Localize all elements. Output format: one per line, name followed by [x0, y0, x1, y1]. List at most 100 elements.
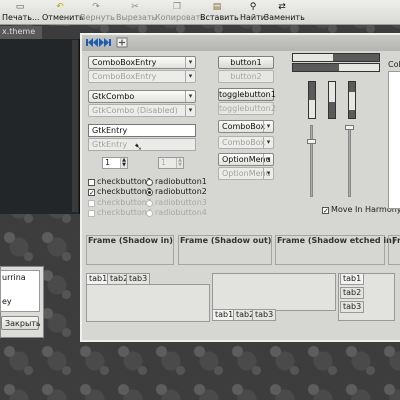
- frame-shadow-out-title: Frame (Shadow out): [180, 236, 272, 245]
- spin-arrows-icon: ▲ ▼: [176, 158, 183, 168]
- hscale-top[interactable]: [292, 53, 380, 62]
- list-item[interactable]: urrina: [2, 273, 26, 282]
- close-button[interactable]: Закрыть: [1, 316, 41, 330]
- preview-toolbar: [82, 35, 400, 51]
- hscale-bottom[interactable]: [292, 63, 380, 72]
- vscale-2[interactable]: [328, 81, 336, 119]
- replace-button[interactable]: ⇄ Заменить: [264, 1, 305, 24]
- gtkcombo-disabled: GtkCombo (Disabled) ▾: [88, 104, 196, 117]
- checkbutton1-label[interactable]: checkbutton1: [97, 177, 152, 186]
- vscale-3[interactable]: [348, 81, 356, 119]
- vscale-handle[interactable]: [309, 100, 315, 118]
- radiobutton3-label: radiobutton3: [155, 198, 207, 207]
- checkbutton1-box[interactable]: [88, 179, 95, 186]
- gtkcombo-text: GtkCombo: [92, 92, 135, 101]
- vslider-1[interactable]: [310, 125, 313, 197]
- radiobutton3-circle: [146, 200, 153, 207]
- radiobutton2-label[interactable]: radiobutton2: [155, 187, 207, 196]
- tab-right-3[interactable]: tab3: [340, 301, 365, 313]
- replace-label: Заменить: [264, 13, 305, 22]
- copy-label: Копировать: [155, 13, 205, 22]
- editor-toolbar: ▭ Печать... ↶ Отменить ↷ Вернуть ✂ Вырез…: [0, 0, 400, 25]
- checkbutton2-label[interactable]: checkbutton2: [97, 187, 152, 196]
- redo-icon: ↷: [92, 2, 100, 12]
- vslider-handle[interactable]: [345, 125, 354, 130]
- vscale-handle[interactable]: [349, 92, 355, 110]
- undo-icon: ↶: [56, 2, 64, 12]
- find-button[interactable]: ⚲ Найти: [240, 1, 266, 24]
- optionmenu[interactable]: OptionMenu ▾: [218, 153, 274, 166]
- colors-label: Colo: [388, 60, 400, 69]
- print-button[interactable]: ▭ Печать...: [2, 1, 40, 24]
- copy-icon: ❐: [172, 2, 182, 12]
- vslider-handle[interactable]: [307, 139, 316, 144]
- button2-disabled: button2: [218, 70, 274, 83]
- tab-right-1[interactable]: tab1: [340, 273, 365, 285]
- chevron-down-icon: ▾: [263, 168, 273, 179]
- frame-shadow-in-title: Frame (Shadow in): [88, 236, 173, 245]
- checkbutton4-box: [88, 210, 95, 217]
- vslider-2[interactable]: [348, 125, 351, 197]
- chevron-down-icon: ▾: [185, 57, 195, 68]
- vscale-1[interactable]: [308, 81, 316, 119]
- tab-bottom-3[interactable]: tab3: [252, 309, 277, 321]
- colors-view[interactable]: [388, 71, 400, 209]
- checkbutton2-box[interactable]: ✓: [88, 189, 95, 197]
- spinbutton[interactable]: 1 ▲ ▼: [102, 157, 128, 169]
- comboboxentry[interactable]: ComboBoxEntry ▾: [88, 56, 196, 69]
- theme-preview-window: ComboBoxEntry ▾ ComboBoxEntry ▾ GtkCombo ▾ …: [80, 33, 400, 342]
- chevron-down-icon: ▾: [263, 121, 273, 132]
- togglebutton1[interactable]: togglebutton1: [218, 88, 276, 101]
- move-in-harmony-checkbox[interactable]: ✓: [322, 207, 329, 215]
- spin-arrows-icon[interactable]: ▲ ▼: [120, 158, 127, 168]
- radiobutton1-label[interactable]: radiobutton1: [155, 177, 207, 186]
- editor-tab[interactable]: x.theme: [0, 26, 42, 39]
- tab-right-2[interactable]: tab2: [340, 287, 365, 299]
- combobox-text: ComboBox: [222, 122, 266, 131]
- redo-button[interactable]: ↷ Вернуть: [80, 1, 115, 24]
- settings-icon[interactable]: [116, 37, 128, 48]
- list-item[interactable]: ey: [2, 297, 12, 306]
- radiobutton4-label: radiobutton4: [155, 208, 207, 217]
- print-icon: ▭: [15, 2, 25, 12]
- radiobutton2-circle[interactable]: [146, 189, 153, 196]
- first-icon[interactable]: [86, 37, 98, 48]
- editor-text-area[interactable]: [0, 39, 80, 214]
- combobox[interactable]: ComboBox ▾: [218, 120, 274, 133]
- gtkcombo[interactable]: GtkCombo ▾: [88, 90, 196, 103]
- redo-label: Вернуть: [80, 13, 115, 22]
- find-icon: ⚲: [249, 2, 257, 12]
- hscale-handle[interactable]: [293, 54, 333, 61]
- cut-icon: ✂: [131, 2, 139, 12]
- spinbutton-disabled-value: 1: [161, 158, 167, 167]
- comboboxentry-text: ComboBoxEntry: [92, 58, 157, 67]
- chevron-down-icon: ▾: [263, 137, 273, 148]
- radiobutton1-circle[interactable]: [146, 179, 153, 186]
- mouse-cursor-icon: ➷: [134, 142, 143, 153]
- find-label: Найти: [240, 13, 266, 22]
- spinbutton-value: 1: [105, 158, 111, 167]
- gtkcombo-disabled-text: GtkCombo (Disabled): [92, 106, 178, 115]
- frame-partial-title: Frame: [392, 236, 400, 245]
- optionmenu-disabled: OptionMenu ▾: [218, 167, 274, 180]
- copy-button[interactable]: ❐ Копировать: [155, 1, 205, 24]
- vscale-handle[interactable]: [329, 82, 335, 102]
- paste-icon: ▤: [212, 2, 222, 12]
- cut-button[interactable]: ✂ Вырезать: [116, 1, 156, 24]
- undo-button[interactable]: ↶ Отменить: [42, 1, 84, 24]
- close-label: Закрыть: [5, 319, 41, 328]
- button1[interactable]: button1: [218, 56, 274, 69]
- hscale-handle[interactable]: [339, 64, 379, 71]
- last-icon[interactable]: [99, 37, 111, 48]
- editor-scrollbar[interactable]: [72, 40, 78, 212]
- checkbutton3-box: [88, 200, 95, 207]
- dialog-list[interactable]: urrina ey: [0, 270, 40, 312]
- print-label: Печать...: [2, 13, 40, 22]
- gtkentry-field[interactable]: GtkEntry: [88, 124, 196, 137]
- checkbutton3-label: checkbutton3: [97, 198, 152, 207]
- notebook-top-panel: [86, 284, 210, 322]
- undo-label: Отменить: [42, 13, 84, 22]
- paste-button[interactable]: ▤ Вставить: [200, 1, 239, 24]
- notebook-bottom-panel: [212, 273, 336, 311]
- chevron-down-icon: ▾: [185, 71, 195, 82]
